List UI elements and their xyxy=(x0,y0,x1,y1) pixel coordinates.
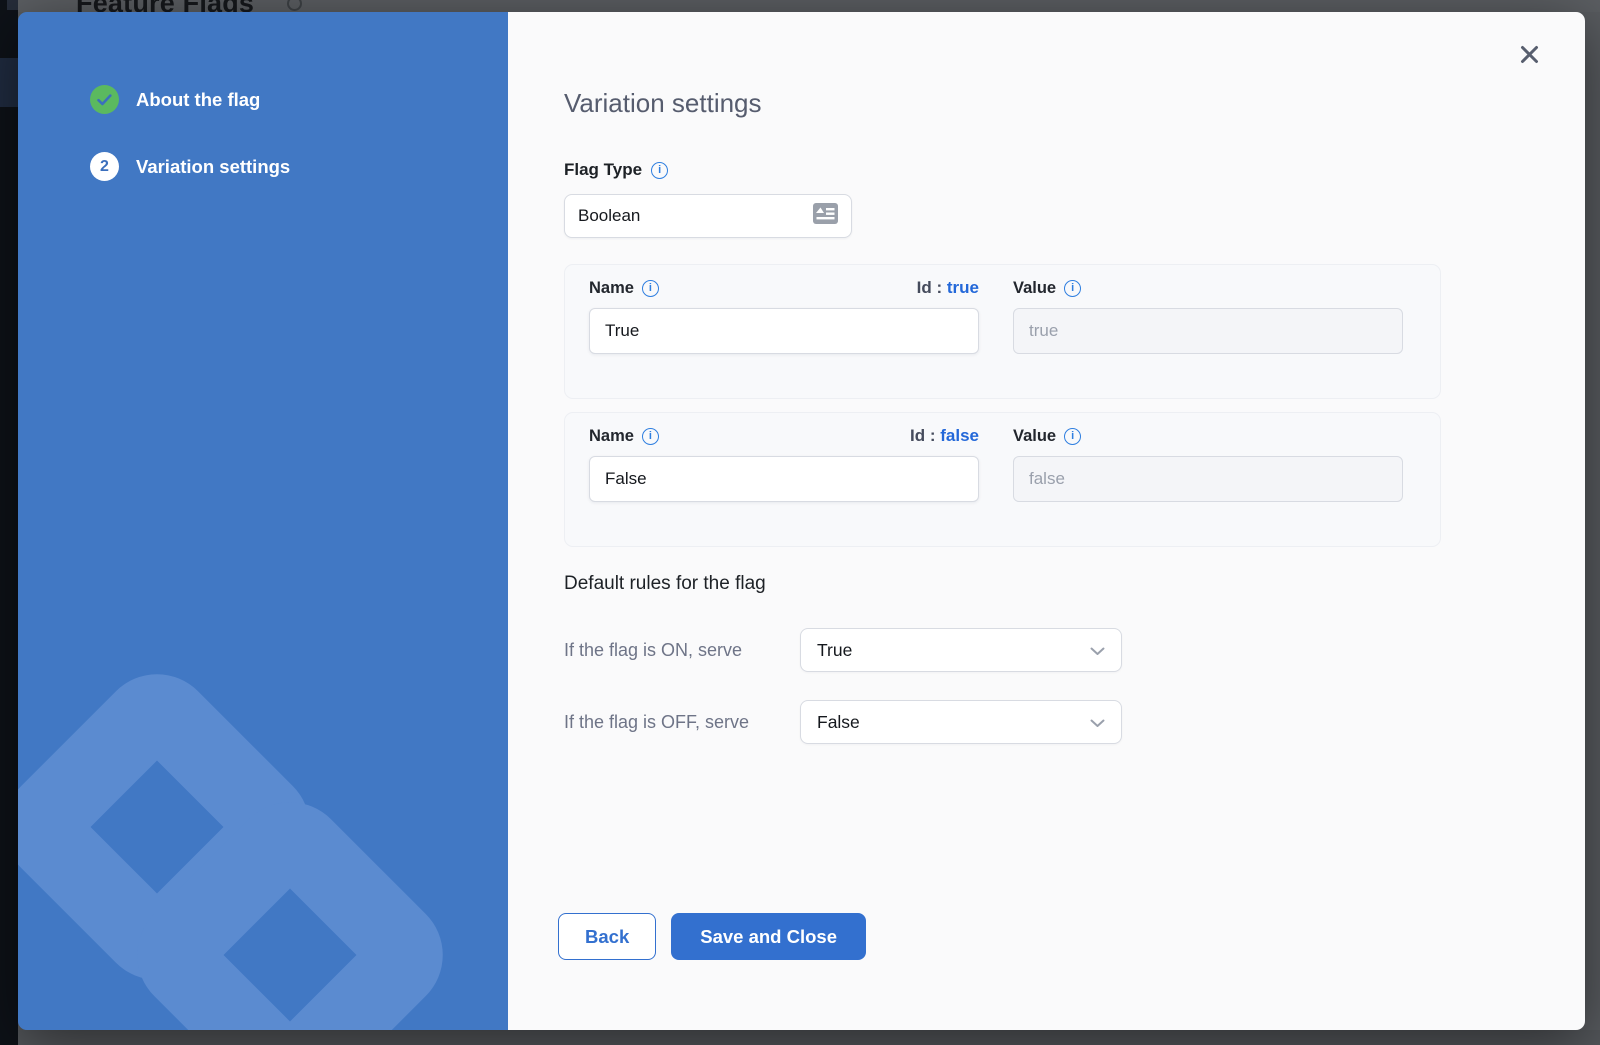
rule-row-on: If the flag is ON, serve True xyxy=(564,628,1122,672)
step-number-badge: 2 xyxy=(90,152,119,181)
step-label: Variation settings xyxy=(136,156,290,178)
variation-card-labels: Name i Id : false Value i xyxy=(589,426,1416,446)
name-label: Name xyxy=(589,279,634,298)
variation-id-value: false xyxy=(940,426,979,445)
value-label-group: Value i xyxy=(1013,279,1081,298)
on-serve-value: True xyxy=(817,640,852,661)
name-label: Name xyxy=(589,427,634,446)
value-label: Value xyxy=(1013,279,1056,298)
info-icon[interactable]: i xyxy=(1064,280,1081,297)
flag-type-label-row: Flag Type i xyxy=(564,160,668,180)
variation-value-input[interactable] xyxy=(1013,456,1403,502)
chevron-down-icon xyxy=(1090,640,1105,661)
save-and-close-button[interactable]: Save and Close xyxy=(671,913,866,960)
flag-type-label: Flag Type xyxy=(564,160,642,180)
rule-row-off: If the flag is OFF, serve False xyxy=(564,700,1122,744)
create-flag-modal: About the flag 2 Variation settings Vari… xyxy=(18,12,1585,1030)
value-label: Value xyxy=(1013,427,1056,446)
variation-card-false: Name i Id : false Value i xyxy=(564,412,1441,547)
modal-step-sidebar: About the flag 2 Variation settings xyxy=(18,12,508,1030)
wizard-steps: About the flag 2 Variation settings xyxy=(90,85,290,181)
info-icon[interactable]: i xyxy=(651,162,668,179)
variation-card-inputs xyxy=(589,456,1416,502)
name-label-group: Name i Id : true xyxy=(589,278,979,298)
close-icon[interactable] xyxy=(1515,40,1543,68)
info-icon[interactable]: i xyxy=(642,428,659,445)
info-icon[interactable]: i xyxy=(642,280,659,297)
variation-id: Id : true xyxy=(917,278,979,298)
backdrop-page-bottom xyxy=(0,1030,1600,1045)
info-icon xyxy=(287,0,302,11)
variation-name-input[interactable] xyxy=(589,456,979,502)
variation-value-input[interactable] xyxy=(1013,308,1403,354)
page-title: Variation settings xyxy=(564,88,762,119)
step-label: About the flag xyxy=(136,89,260,111)
name-label-group: Name i Id : false xyxy=(589,426,979,446)
on-rule-label: If the flag is ON, serve xyxy=(564,640,800,661)
info-icon[interactable]: i xyxy=(1064,428,1081,445)
off-rule-label: If the flag is OFF, serve xyxy=(564,712,800,733)
variation-card-labels: Name i Id : true Value i xyxy=(589,278,1416,298)
backdrop-page-header: Feature Flags xyxy=(0,0,1600,12)
flag-type-value: Boolean xyxy=(578,206,640,226)
value-label-group: Value i xyxy=(1013,427,1081,446)
step-completed-check-icon xyxy=(90,85,119,114)
modal-content: Variation settings Flag Type i Boolean xyxy=(508,12,1585,1030)
background-page-title: Feature Flags xyxy=(76,0,254,12)
variation-card-inputs xyxy=(589,308,1416,354)
variation-card-true: Name i Id : true Value i xyxy=(564,264,1441,399)
modal-footer: Back Save and Close xyxy=(558,913,866,960)
off-serve-select[interactable]: False xyxy=(800,700,1122,744)
step-variation-settings[interactable]: 2 Variation settings xyxy=(90,152,290,181)
default-rules-heading: Default rules for the flag xyxy=(564,573,766,595)
boolean-type-icon xyxy=(813,203,838,229)
chevron-down-icon xyxy=(1090,712,1105,733)
on-serve-select[interactable]: True xyxy=(800,628,1122,672)
backdrop-nav-strip xyxy=(0,0,18,1045)
off-serve-value: False xyxy=(817,712,860,733)
variation-id: Id : false xyxy=(910,426,979,446)
variation-id-value: true xyxy=(947,278,979,297)
variation-name-input[interactable] xyxy=(589,308,979,354)
step-about-the-flag[interactable]: About the flag xyxy=(90,85,290,114)
flag-type-select[interactable]: Boolean xyxy=(564,194,852,238)
back-button[interactable]: Back xyxy=(558,913,656,960)
nav-selected-item xyxy=(0,58,18,107)
nav-item-remnant xyxy=(7,0,18,10)
